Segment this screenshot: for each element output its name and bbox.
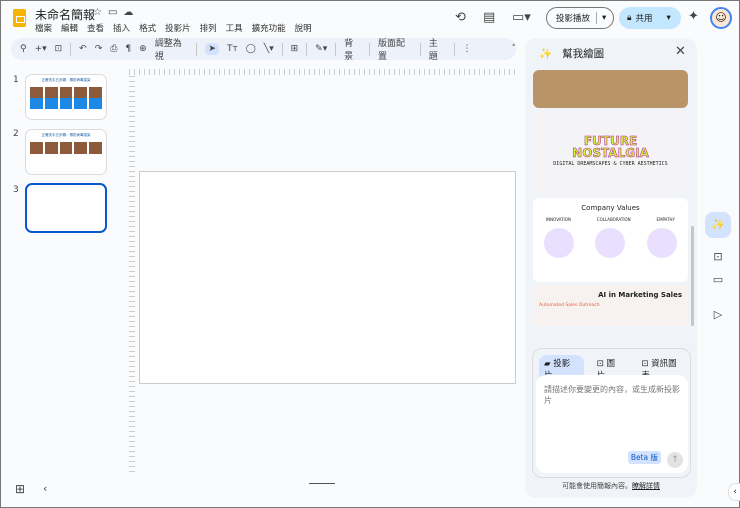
search-icon[interactable]: ⚲ [20,44,27,54]
folder-icon[interactable]: ▭ [705,267,731,293]
menu-arrange[interactable]: 排列 [200,22,217,34]
slides-logo[interactable] [13,9,26,27]
add-slide-layout-icon[interactable]: ⊡ [55,44,63,54]
toolbar: ⚲ +▾ ⊡ ↶ ↷ ⎙ ¶ ⊕ 調整為視 ➤ Tт ◯ ╲▾ ⊞ ✎▾ 背景 … [11,36,517,62]
menu-file[interactable]: 檔案 [35,22,52,34]
menu-insert[interactable]: 插入 [113,22,130,34]
gallery-scrollbar[interactable] [691,226,694,326]
gemini-icon[interactable]: ✦ [688,9,699,24]
slide-canvas[interactable] [139,171,516,384]
theme-button[interactable]: 主題 [429,36,446,62]
send-icon[interactable]: ↑ [667,452,683,468]
learn-more-link[interactable]: 瞭解詳情 [632,482,660,490]
disclaimer: 可能會使用簡報內容。 [562,482,632,490]
present-dropdown-icon[interactable]: ▾ [597,13,606,23]
menu-extensions[interactable]: 擴充功能 [252,22,286,34]
text-box-icon[interactable]: Tт [227,44,238,54]
new-slide-icon[interactable]: +▾ [35,44,47,54]
template-card-scrapbook[interactable] [533,70,688,108]
prompt-box: ▰ 投影片 ⊡ 圖片 ⊡ 資訊圖表 請描述你要變更的內容，或生成新投影片 Bet… [532,348,691,478]
help-me-create-panel: ✨ 幫我繪圖 ✕ FUTURE NOSTALGIA DIGITAL DREAMSC… [525,38,697,498]
slide-thumbnail-2[interactable]: 正確洗手五步驟：預防病毒感染 [25,129,107,175]
undo-icon[interactable]: ↶ [79,44,87,54]
prompt-input[interactable]: 請描述你要變更的內容，或生成新投影片 Beta 版 ↑ [536,375,688,473]
collapse-filmstrip-icon[interactable]: ‹ [43,482,47,495]
template-card-future-nostalgia[interactable]: FUTURE NOSTALGIA DIGITAL DREAMSCAPES & C… [533,111,688,195]
menu-slide[interactable]: 投影片 [165,22,191,34]
lock-icon: 🔒︎ [627,13,632,23]
template-card-company-values[interactable]: Company Values INNOVATION COLLABORATION EM… [533,198,688,282]
close-icon[interactable]: ✕ [675,44,686,59]
slide-thumbnail-3[interactable] [25,183,107,233]
grid-view-icon[interactable]: ⊞ [15,482,25,496]
print-icon[interactable]: ⎙ [110,44,117,54]
video-icon[interactable]: ▷ [705,302,731,328]
panel-title: 幫我繪圖 [562,48,605,60]
cloud-icon[interactable]: ☁ [123,7,139,18]
redo-icon[interactable]: ↷ [95,44,103,54]
template-gallery[interactable]: FUTURE NOSTALGIA DIGITAL DREAMSCAPES & C… [533,70,688,326]
layout-button[interactable]: 版面配置 [378,36,412,62]
magic-wand-icon: ✨ [539,48,553,60]
menu-format[interactable]: 格式 [139,22,156,34]
share-button[interactable]: 🔒︎ 共用 ▾ [619,7,681,29]
vertical-ruler[interactable] [129,76,135,476]
menu-view[interactable]: 查看 [87,22,104,34]
insert-comment-icon[interactable]: ⊞ [291,44,299,54]
star-icon[interactable]: ☆ [93,7,108,18]
help-me-create-icon[interactable]: ✨ [705,212,731,238]
shape-icon[interactable]: ◯ [246,44,256,54]
slide-thumbnail-1[interactable]: 正確洗手五步驟：預防病毒感染 [25,74,107,120]
fit-dropdown[interactable]: 調整為視 [155,36,189,62]
more-icon[interactable]: ⋮ [463,44,472,54]
beta-badge: Beta 版 [627,451,661,464]
expand-side-panel-icon[interactable]: ‹ [728,483,740,501]
paint-format-icon[interactable]: ¶ [125,44,131,54]
line-icon[interactable]: ╲▾ [264,44,274,54]
horizontal-ruler[interactable] [129,69,519,75]
template-card-ai-marketing[interactable]: AI in Marketing Sales Automated Sales Ou… [533,285,688,326]
zoom-icon[interactable]: ⊕ [139,44,147,54]
menu-tools[interactable]: 工具 [226,22,243,34]
speaker-notes-handle[interactable] [309,483,335,484]
document-title[interactable]: 未命名簡報 [35,6,95,23]
share-dropdown-icon[interactable]: ▾ [667,13,671,23]
collapse-toolbar-icon[interactable]: ˄ [512,44,517,54]
menu-edit[interactable]: 編輯 [61,22,78,34]
comments-icon[interactable]: ▤ [483,10,495,25]
move-folder-icon[interactable]: ▭ [108,7,123,18]
pen-icon[interactable]: ✎▾ [315,44,327,54]
present-button[interactable]: 投影播放 ▾ [546,7,614,29]
history-icon[interactable]: ⟲ [455,10,466,25]
meet-icon[interactable]: ▭▾ [512,10,531,25]
menu-help[interactable]: 說明 [295,22,312,34]
select-icon[interactable]: ➤ [205,43,219,55]
menu-bar: 檔案 編輯 查看 插入 格式 投影片 排列 工具 擴充功能 說明 [35,22,312,34]
background-button[interactable]: 背景 [344,36,361,62]
avatar[interactable]: ☺ [710,7,732,29]
